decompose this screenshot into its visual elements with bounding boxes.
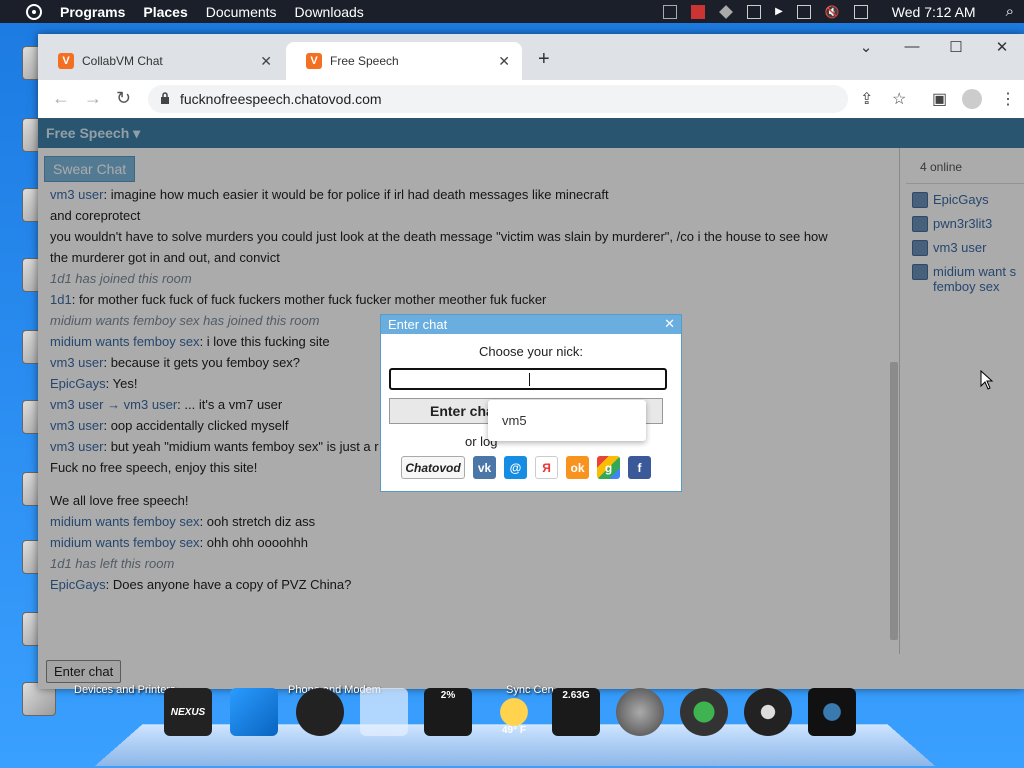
- memory-value: 2.63G: [562, 690, 590, 701]
- menu-documents[interactable]: Documents: [206, 4, 277, 20]
- share-icon[interactable]: ⇪: [860, 89, 873, 109]
- nick-input[interactable]: [389, 368, 667, 390]
- nick-prompt: Choose your nick:: [478, 344, 584, 359]
- cpu-percent: 2%: [440, 690, 456, 701]
- mailru-login-icon[interactable]: @: [504, 456, 527, 479]
- maximize-icon[interactable]: ☐: [946, 38, 966, 56]
- volume-muted-icon[interactable]: 🔇: [825, 5, 840, 19]
- forward-icon[interactable]: →: [84, 88, 102, 109]
- google-login-icon[interactable]: g: [597, 456, 620, 479]
- mouse-cursor-icon: [980, 370, 994, 390]
- close-tab-icon[interactable]: ✕: [260, 53, 272, 70]
- bookmark-star-icon[interactable]: ☆: [892, 89, 906, 109]
- reload-icon[interactable]: ↻: [116, 88, 131, 109]
- sidepanel-icon[interactable]: ▣: [932, 89, 947, 109]
- top-panel: Programs Places Documents Downloads ▶ 🔇 …: [0, 0, 1024, 23]
- tray-icon[interactable]: [747, 4, 762, 19]
- profile-avatar-icon[interactable]: [962, 89, 982, 109]
- dock-label: Devices and Printers: [74, 684, 176, 696]
- tab-free-speech[interactable]: V Free Speech ✕: [286, 42, 522, 80]
- tab-collabvm-chat[interactable]: V CollabVM Chat ✕: [38, 42, 284, 80]
- close-tab-icon[interactable]: ✕: [498, 53, 510, 70]
- tab-strip: V CollabVM Chat ✕ V Free Speech ✕ + ⌄ — …: [38, 34, 1024, 80]
- menu-places[interactable]: Places: [143, 4, 187, 20]
- tab-label: CollabVM Chat: [82, 54, 163, 68]
- lock-icon: [161, 92, 169, 104]
- minimize-icon[interactable]: —: [902, 38, 922, 55]
- memory-meter[interactable]: 2.63G: [552, 688, 600, 736]
- url-text: fucknofreespeech.chatovod.com: [180, 91, 382, 107]
- menu-downloads[interactable]: Downloads: [295, 4, 364, 20]
- close-dialog-icon[interactable]: ✕: [664, 316, 675, 332]
- back-icon[interactable]: ←: [52, 88, 70, 109]
- url-input[interactable]: fucknofreespeech.chatovod.com: [148, 85, 848, 113]
- nexus-logo-icon[interactable]: NEXUS: [164, 688, 212, 736]
- recycle-bin-icon[interactable]: [360, 688, 408, 736]
- play-icon[interactable]: ▶: [775, 6, 783, 17]
- tray-icon[interactable]: [663, 4, 678, 19]
- chatovod-favicon-icon: V: [58, 53, 74, 69]
- power-icon[interactable]: [680, 688, 728, 736]
- weather-temp: 49° F: [501, 725, 526, 736]
- odnoklassniki-login-icon[interactable]: ok: [566, 456, 589, 479]
- cpu-meter[interactable]: 2%: [424, 688, 472, 736]
- network-icon[interactable]: [796, 4, 811, 19]
- system-menu-icon[interactable]: [26, 3, 42, 20]
- facebook-login-icon[interactable]: f: [628, 456, 651, 479]
- menu-kebab-icon[interactable]: ⋮: [1000, 89, 1016, 109]
- clock[interactable]: Wed 7:12 AM: [892, 4, 976, 20]
- tab-label: Free Speech: [330, 54, 399, 68]
- chatovod-favicon-icon: V: [306, 53, 322, 69]
- social-login-row: Chatovod vk @ Я ok g f: [401, 456, 651, 479]
- clock-gadget-icon[interactable]: [296, 688, 344, 736]
- vk-login-icon[interactable]: vk: [473, 456, 496, 479]
- camera-icon[interactable]: [808, 688, 856, 736]
- windows-icon[interactable]: [230, 688, 278, 736]
- tab-search-icon[interactable]: ⌄: [856, 38, 876, 56]
- shield-icon[interactable]: [691, 4, 706, 19]
- address-bar: ← → ↻ fucknofreespeech.chatovod.com ⇪ ☆ …: [38, 80, 1024, 118]
- dialog-title: Enter chat: [381, 315, 681, 334]
- chatovod-login-button[interactable]: Chatovod: [401, 456, 465, 479]
- yandex-login-icon[interactable]: Я: [535, 456, 558, 479]
- notification-icon[interactable]: [853, 4, 868, 19]
- headphones-icon[interactable]: [744, 688, 792, 736]
- close-window-icon[interactable]: ✕: [992, 38, 1012, 56]
- new-tab-icon[interactable]: +: [538, 48, 550, 71]
- globe-icon[interactable]: [616, 688, 664, 736]
- search-icon[interactable]: ⌕: [1006, 3, 1014, 20]
- weather-sun-icon[interactable]: 49° F: [490, 688, 538, 736]
- diamond-icon[interactable]: [719, 4, 734, 19]
- autocomplete-suggestion[interactable]: vm5: [488, 400, 646, 441]
- menu-programs[interactable]: Programs: [60, 4, 125, 20]
